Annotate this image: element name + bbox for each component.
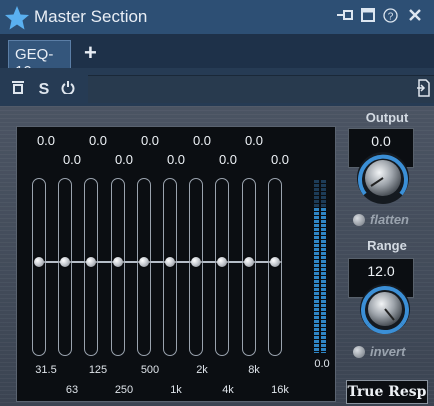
freq-label: 2k: [196, 364, 208, 376]
solo-icon[interactable]: S: [37, 80, 51, 98]
pin-icon[interactable]: [335, 8, 355, 26]
band-slider-handle[interactable]: [34, 257, 44, 267]
band-slider-handle[interactable]: [138, 257, 149, 267]
bypass-icon[interactable]: [11, 80, 25, 96]
window-title: Master Section: [34, 7, 148, 26]
gain-value[interactable]: 0.0: [260, 152, 300, 167]
freq-label: 31.5: [35, 364, 57, 376]
band-slider-handle[interactable]: [112, 257, 123, 267]
restore-icon[interactable]: [359, 8, 377, 26]
gain-value[interactable]: 0.0: [182, 133, 222, 148]
band-slider-track[interactable]: [241, 178, 256, 356]
band-slider-track[interactable]: [163, 178, 177, 356]
star-icon[interactable]: [4, 5, 30, 31]
band-slider-track[interactable]: [136, 178, 151, 356]
range-value: 12.0: [367, 263, 395, 279]
range-knob[interactable]: [358, 282, 412, 336]
freq-label: 8k: [248, 364, 260, 376]
preset-icon[interactable]: [416, 79, 430, 97]
flatten-toggle[interactable]: [353, 214, 365, 226]
freq-label: 250: [114, 384, 134, 396]
preset-field[interactable]: [88, 75, 434, 103]
power-icon[interactable]: [61, 80, 75, 96]
gain-value[interactable]: 0.0: [208, 152, 248, 167]
band-slider-handle[interactable]: [165, 257, 175, 267]
band-slider-track[interactable]: [267, 178, 282, 356]
gain-value[interactable]: 0.0: [156, 152, 196, 167]
band-slider-handle[interactable]: [243, 257, 254, 267]
band-slider-track[interactable]: [84, 178, 99, 356]
output-label: Output: [365, 110, 409, 125]
band-slider-track[interactable]: [189, 178, 204, 356]
range-label: Range: [367, 238, 407, 253]
freq-label: 1k: [170, 384, 182, 396]
output-knob[interactable]: [355, 150, 411, 206]
freq-label: 4k: [222, 384, 234, 396]
invert-toggle[interactable]: [353, 346, 365, 358]
gain-value[interactable]: 0.0: [130, 133, 170, 148]
band-slider-track[interactable]: [215, 178, 230, 356]
gain-value[interactable]: 0.0: [104, 152, 144, 167]
output-value: 0.0: [371, 133, 391, 149]
band-slider-track[interactable]: [58, 178, 73, 356]
add-tab-button[interactable]: +: [84, 41, 97, 65]
close-icon[interactable]: [406, 8, 424, 26]
svg-text:?: ?: [387, 12, 393, 23]
gain-value[interactable]: 0.0: [234, 133, 274, 148]
gain-value[interactable]: 0.0: [78, 133, 118, 148]
freq-label: 125: [88, 364, 108, 376]
svg-text:S: S: [39, 81, 50, 96]
band-slider-track[interactable]: [32, 178, 46, 356]
freq-label: 16k: [271, 384, 289, 396]
freq-label: 500: [140, 364, 160, 376]
freq-label: 63: [65, 384, 79, 396]
help-icon[interactable]: ?: [381, 8, 399, 26]
true-response-button[interactable]: True Resp: [346, 380, 428, 404]
level-meter: [314, 180, 326, 353]
band-slider-handle[interactable]: [269, 257, 280, 267]
band-slider-track[interactable]: [110, 178, 125, 356]
meter-value: 0.0: [314, 358, 330, 370]
title-bar: Master Section ?: [0, 0, 434, 34]
gain-value[interactable]: 0.0: [26, 133, 66, 148]
invert-label[interactable]: invert: [370, 344, 405, 359]
gain-value[interactable]: 0.0: [52, 152, 92, 167]
tab-geq10[interactable]: GEQ-10: [8, 40, 71, 80]
flatten-label[interactable]: flatten: [370, 212, 409, 227]
